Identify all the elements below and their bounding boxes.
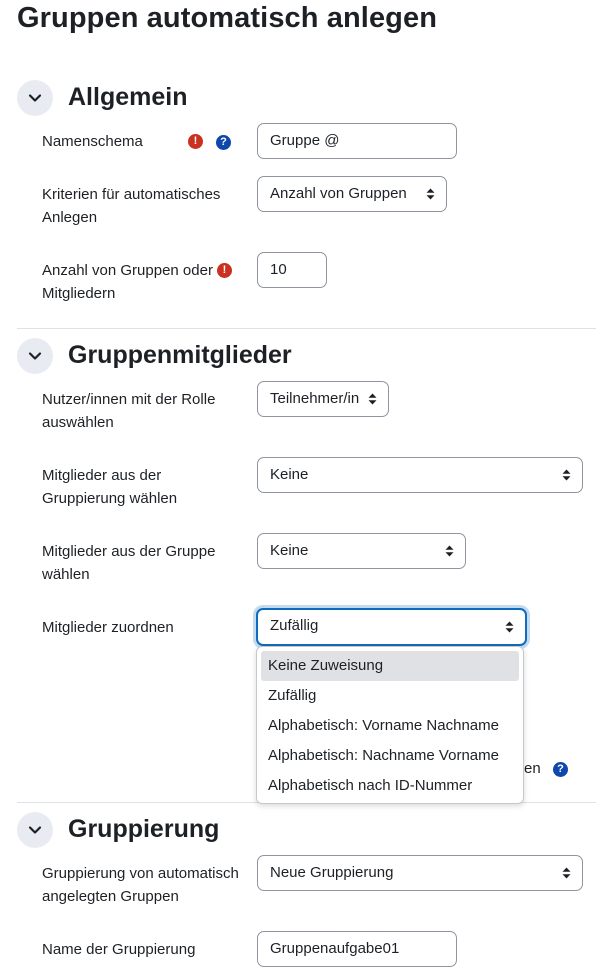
members-from-group-select[interactable]: Keine: [257, 533, 466, 569]
criteria-select-value: Anzahl von Gruppen: [270, 185, 407, 202]
allocate-members-label: Mitglieder zuordnen: [42, 619, 174, 636]
section-toggle-grouping[interactable]: [17, 812, 53, 848]
chevron-down-icon: [28, 826, 42, 834]
dropdown-option[interactable]: Zufällig: [261, 681, 519, 711]
naming-scheme-label: Namenschema: [42, 133, 143, 150]
dropdown-option[interactable]: Keine Zuweisung: [261, 651, 519, 681]
hidden-row-text-fragment: en: [524, 760, 541, 777]
chevron-down-icon: [28, 94, 42, 102]
naming-scheme-input[interactable]: Gruppe @: [257, 123, 457, 159]
criteria-select[interactable]: Anzahl von Gruppen: [257, 176, 447, 212]
exclamation-circle-icon[interactable]: !: [217, 263, 232, 278]
dropdown-option[interactable]: Alphabetisch nach ID-Nummer: [261, 771, 519, 801]
sort-caret-icon: [445, 534, 454, 568]
grouping-select-label: Gruppierung von automatisch angelegten G…: [42, 865, 239, 905]
section-title-grouping: Gruppierung: [68, 815, 220, 843]
dropdown-option[interactable]: Alphabetisch: Nachname Vorname: [261, 741, 519, 771]
section-divider: [17, 328, 596, 329]
members-from-group-label: Mitglieder aus der Gruppe wählen: [42, 543, 216, 583]
members-from-grouping-select[interactable]: Keine: [257, 457, 583, 493]
grouping-select-value: Neue Gruppierung: [270, 864, 394, 881]
allocate-members-value: Zufällig: [270, 617, 319, 634]
role-label: Nutzer/innen mit der Rolle auswählen: [42, 391, 216, 431]
sort-caret-icon: [505, 610, 514, 644]
exclamation-circle-icon[interactable]: !: [188, 134, 203, 149]
group-count-input[interactable]: 10: [257, 252, 327, 288]
role-select-value: Teilnehmer/in: [270, 390, 360, 407]
allocate-members-select[interactable]: Zufällig: [256, 608, 527, 646]
section-title-members: Gruppenmitglieder: [68, 341, 292, 369]
criteria-label: Kriterien für automatisches Anlegen: [42, 186, 221, 226]
grouping-select[interactable]: Neue Gruppierung: [257, 855, 583, 891]
section-title-general: Allgemein: [68, 83, 188, 111]
members-from-group-value: Keine: [270, 542, 309, 559]
members-from-grouping-label: Mitglieder aus der Gruppierung wählen: [42, 467, 178, 507]
chevron-down-icon: [28, 352, 42, 360]
sort-caret-icon: [562, 856, 571, 890]
allocate-members-dropdown: Keine Zuweisung Zufällig Alphabetisch: V…: [256, 646, 524, 804]
grouping-name-input[interactable]: Gruppenaufgabe01: [257, 931, 457, 967]
sort-caret-icon: [368, 382, 377, 416]
question-circle-icon[interactable]: ?: [216, 135, 231, 150]
grouping-name-label: Name der Gruppierung: [42, 941, 196, 958]
role-select[interactable]: Teilnehmer/in: [257, 381, 389, 417]
members-from-grouping-value: Keine: [270, 466, 309, 483]
page-title: Gruppen automatisch anlegen: [17, 2, 438, 34]
create-groups-form: Gruppen automatisch anlegen Allgemein Na…: [0, 0, 596, 979]
sort-caret-icon: [426, 177, 435, 211]
sort-caret-icon: [562, 458, 571, 492]
dropdown-option[interactable]: Alphabetisch: Vorname Nachname: [261, 711, 519, 741]
question-circle-icon[interactable]: ?: [553, 762, 568, 777]
group-count-label: Anzahl von Gruppen oder Mitgliedern: [42, 262, 213, 302]
section-toggle-members[interactable]: [17, 338, 53, 374]
section-toggle-general[interactable]: [17, 80, 53, 116]
